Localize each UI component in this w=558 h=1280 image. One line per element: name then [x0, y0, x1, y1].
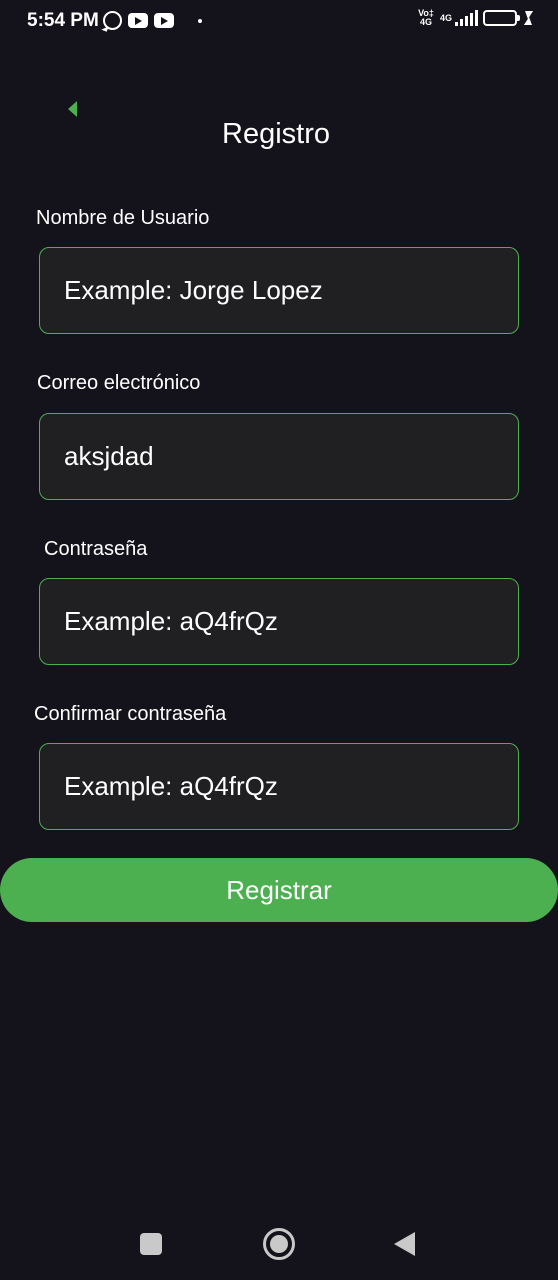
whatsapp-icon: [103, 11, 122, 30]
network-type: 4G: [439, 13, 452, 23]
confirm-password-input[interactable]: [64, 771, 518, 802]
home-circle-icon[interactable]: [263, 1228, 295, 1260]
battery-level: 51: [494, 11, 506, 22]
system-icons: Vo‡ 4G 4G 51: [417, 9, 532, 27]
status-bar: 5:54 PM Vo‡ 4G 4G 51: [0, 0, 558, 42]
password-field[interactable]: [39, 578, 519, 665]
back-triangle-icon[interactable]: [394, 1232, 415, 1256]
youtube-icon: [128, 13, 148, 28]
notification-icons: [103, 11, 202, 30]
password-input[interactable]: [64, 606, 518, 637]
status-time: 5:54 PM: [27, 10, 99, 31]
charging-icon: [522, 11, 532, 25]
confirm-password-field[interactable]: [39, 743, 519, 830]
battery-icon: 51: [483, 10, 520, 26]
more-notifications-dot-icon: [198, 18, 202, 23]
system-nav-bar: [0, 1210, 558, 1280]
recents-square-icon[interactable]: [140, 1233, 162, 1255]
volte-icon: Vo‡ 4G: [418, 8, 434, 27]
username-input[interactable]: [64, 275, 518, 306]
page-title-text: Registro: [222, 118, 330, 150]
email-input[interactable]: [64, 441, 518, 472]
confirm-password-label: Confirmar contraseña: [34, 703, 227, 725]
registration-screen: 5:54 PM Vo‡ 4G 4G 51 Registro Nombre de U…: [0, 0, 558, 1280]
username-field[interactable]: [39, 247, 519, 334]
email-field[interactable]: [39, 413, 519, 500]
page-title: Registro: [0, 118, 558, 151]
password-label: Contraseña: [44, 538, 148, 560]
signal-icon: [455, 10, 478, 26]
register-button[interactable]: Registrar: [0, 858, 558, 922]
email-label: Correo electrónico: [37, 372, 201, 394]
chevron-left-icon: [67, 101, 77, 117]
username-label: Nombre de Usuario: [36, 207, 210, 229]
youtube-icon: [154, 13, 174, 28]
